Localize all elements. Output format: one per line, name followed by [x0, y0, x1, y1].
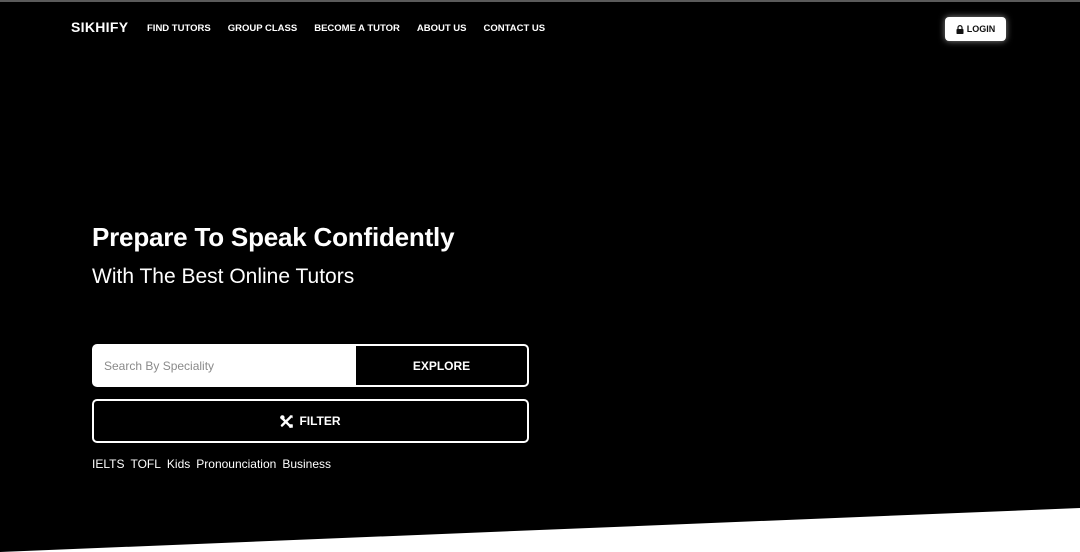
page: SIKHIFY FIND TUTORS GROUP CLASS BECOME A… [0, 0, 1080, 552]
tag-business[interactable]: Business [282, 457, 331, 471]
nav-link-group-class[interactable]: GROUP CLASS [228, 23, 298, 34]
brand-logo[interactable]: SIKHIFY [71, 19, 128, 35]
explore-button[interactable]: EXPLORE [354, 344, 529, 387]
lock-icon [956, 24, 964, 34]
login-button[interactable]: LOGIN [945, 17, 1006, 41]
navbar: SIKHIFY FIND TUTORS GROUP CLASS BECOME A… [0, 2, 1080, 54]
tag-pronounciation[interactable]: Pronounciation [196, 457, 276, 471]
nav-link-contact-us[interactable]: CONTACT US [484, 23, 546, 34]
login-label: LOGIN [966, 24, 996, 34]
tag-kids[interactable]: Kids [167, 457, 190, 471]
tools-icon [280, 414, 294, 428]
search-input[interactable] [92, 344, 354, 387]
bottom-wave-divider [0, 508, 1080, 552]
filter-button[interactable]: FILTER [92, 399, 529, 443]
nav-link-about-us[interactable]: ABOUT US [417, 23, 467, 34]
tag-ielts[interactable]: IELTS [92, 457, 124, 471]
nav-link-become-a-tutor[interactable]: BECOME A TUTOR [314, 23, 400, 34]
filter-label: FILTER [299, 414, 341, 428]
nav-link-find-tutors[interactable]: FIND TUTORS [147, 23, 211, 34]
speciality-tags: IELTS TOFL Kids Pronounciation Business [92, 457, 331, 471]
tag-tofl[interactable]: TOFL [130, 457, 160, 471]
nav-links: FIND TUTORS GROUP CLASS BECOME A TUTOR A… [147, 23, 562, 34]
hero-title: Prepare To Speak Confidently [92, 222, 455, 252]
search-group: EXPLORE [92, 344, 529, 387]
hero-subtitle: With The Best Online Tutors [92, 265, 355, 288]
